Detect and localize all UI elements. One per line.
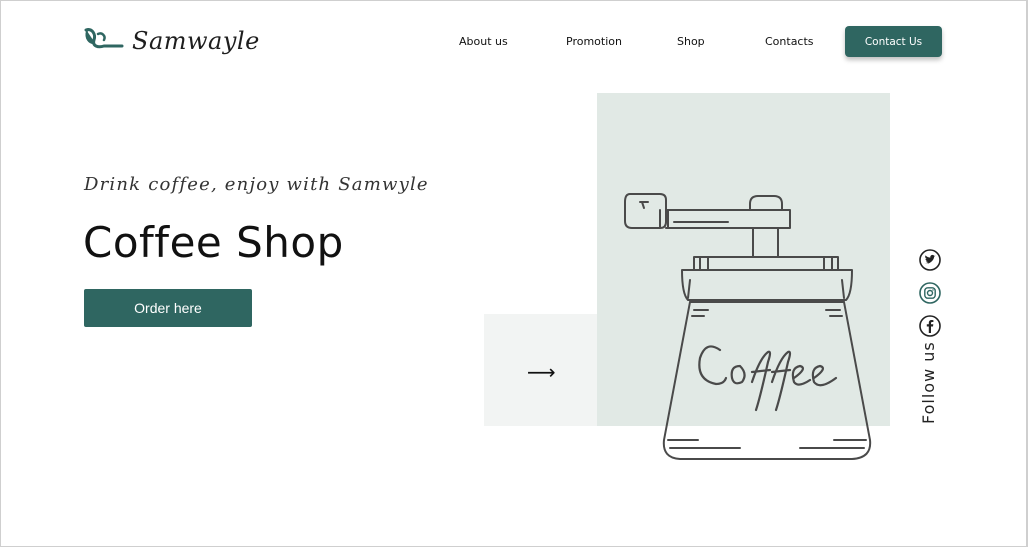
follow-us-label: Follow us xyxy=(919,341,938,424)
contact-us-button[interactable]: Contact Us xyxy=(845,26,942,57)
nav-item-contacts[interactable]: Contacts xyxy=(765,35,814,48)
nav-item-promotion[interactable]: Promotion xyxy=(566,35,622,48)
nav-item-about-us[interactable]: About us xyxy=(459,35,508,48)
twitter-icon[interactable] xyxy=(919,249,941,271)
order-here-button[interactable]: Order here xyxy=(84,289,252,327)
instagram-icon[interactable] xyxy=(919,282,941,304)
nav-item-shop[interactable]: Shop xyxy=(677,35,705,48)
hero-tagline: Drink coffee, enjoy with Samwyle xyxy=(84,174,429,195)
next-arrow-button[interactable]: ⟶ xyxy=(527,360,556,384)
page-title: Coffee Shop xyxy=(83,218,344,267)
coffee-grinder-illustration xyxy=(624,193,872,460)
facebook-icon[interactable] xyxy=(919,315,941,337)
